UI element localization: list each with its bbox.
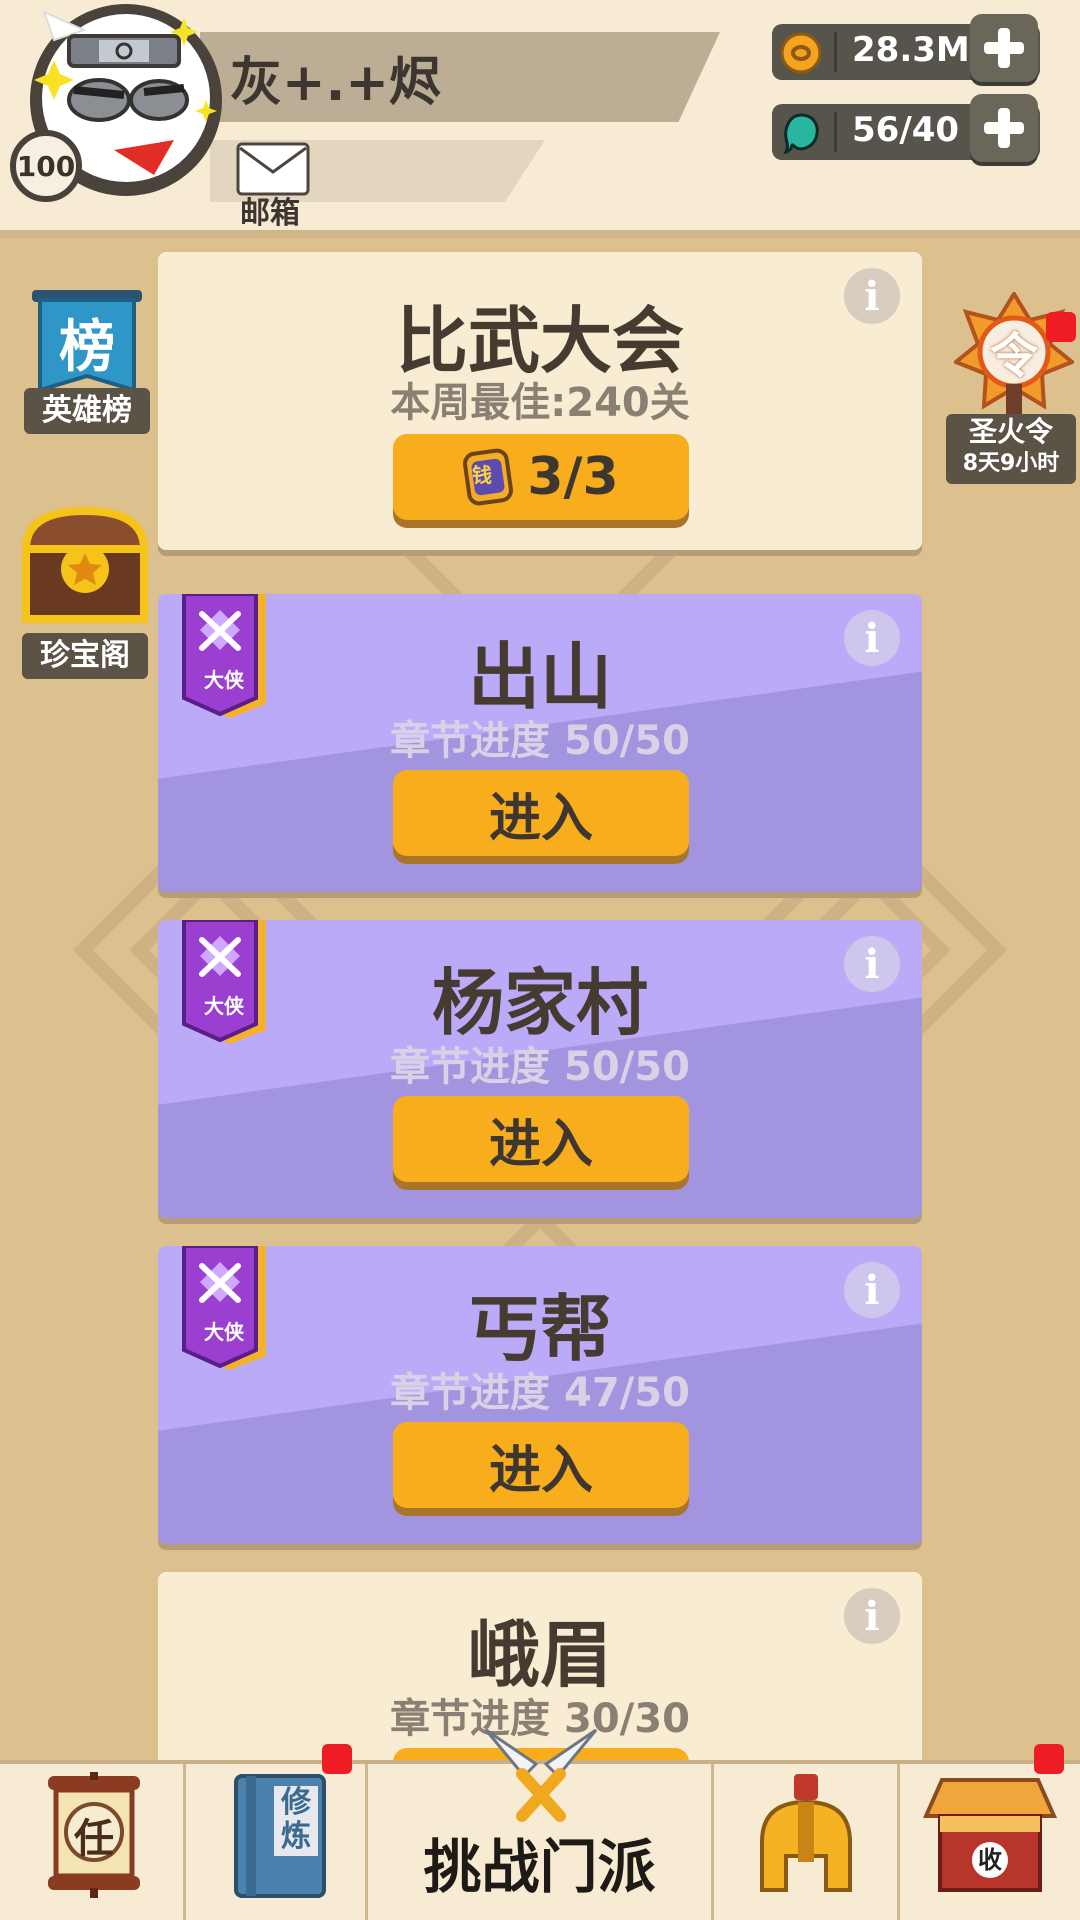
nav-collect-shop[interactable]: 收 [900,1744,1080,1920]
tournament-card: i 比武大会 本周最佳:240关 钱 3/3 [158,252,922,550]
level-badge: 100 [10,130,82,202]
add-gold-button[interactable] [970,14,1038,82]
tournament-ticket-button[interactable]: 钱 3/3 [393,434,689,520]
nav-cultivation[interactable]: 修 炼 [186,1744,368,1920]
ticket-glyph: 钱 [472,463,492,487]
flame-token-timer: 8天9小时 [962,451,1060,476]
flame-token-label: 圣火令 [968,415,1053,448]
chapter-card: 大侠 i 丐帮 章节进度 47/50 进入 [158,1246,922,1544]
card-subtitle: 章节进度 50/50 [390,1044,690,1090]
nav-equipment[interactable] [714,1764,900,1920]
nav-challenge-sect[interactable]: 挑战门派 [368,1728,714,1920]
flame-token-notification-dot [1046,312,1076,342]
collect-notification-dot [1034,1744,1064,1774]
enter-button[interactable]: 进入 [393,770,689,856]
gold-value: 28.3M [852,30,970,70]
nav-tasks[interactable]: 任 [0,1764,186,1920]
bottom-navigation: 任 修 炼 挑战门派 收 [0,1728,1080,1920]
treasure-chest-icon [21,506,149,623]
treasure-pavilion-label: 珍宝阁 [22,633,148,679]
ticket-count: 3/3 [527,447,619,507]
jade-bead-icon [783,113,819,154]
jade-value: 56/40 [852,110,960,150]
collect-shop-icon [922,1778,1058,1892]
sacred-flame-token-button[interactable]: 令 圣火令 8天9小时 [946,292,1080,484]
add-jade-button[interactable] [970,94,1038,162]
mailbox-label[interactable]: 邮箱 [240,188,300,232]
card-subtitle: 章节进度 50/50 [390,718,690,764]
flame-token-label-box: 圣火令 8天9小时 [946,414,1076,484]
cultivation-glyph-top: 修 [281,1785,311,1820]
chapter-card: 大侠 i 杨家村 章节进度 50/50 进入 [158,920,922,1218]
treasure-pavilion-button[interactable]: 珍宝阁 [20,505,150,679]
cultivation-glyph-bottom: 炼 [281,1819,311,1854]
task-glyph: 任 [74,1816,114,1862]
cultivation-notification-dot [322,1744,352,1774]
player-name: 灰+.+烬 [230,53,441,113]
enter-button[interactable]: 进入 [393,1096,689,1182]
currency-separator [834,32,837,72]
enter-button[interactable]: 进入 [393,1422,689,1508]
gold-coin-icon [780,32,822,74]
top-header: 灰+.+烬 邮箱 100 28.3M 56/40 [0,0,1080,238]
cultivation-glyph: 修 炼 [274,1786,318,1854]
card-subtitle: 本周最佳:240关 [390,380,690,426]
hero-ranking-button[interactable]: 榜 英雄榜 [24,290,150,440]
chapter-card: 大侠 i 出山 章节进度 50/50 进入 [158,594,922,892]
hero-ranking-label: 英雄榜 [24,388,150,434]
currency-separator [834,112,837,152]
ranking-glyph: 榜 [59,315,115,380]
helmet-icon [760,1774,852,1892]
card-subtitle: 章节进度 47/50 [390,1370,690,1416]
challenge-sect-label: 挑战门派 [423,1833,656,1901]
collect-glyph: 收 [978,1846,1002,1874]
